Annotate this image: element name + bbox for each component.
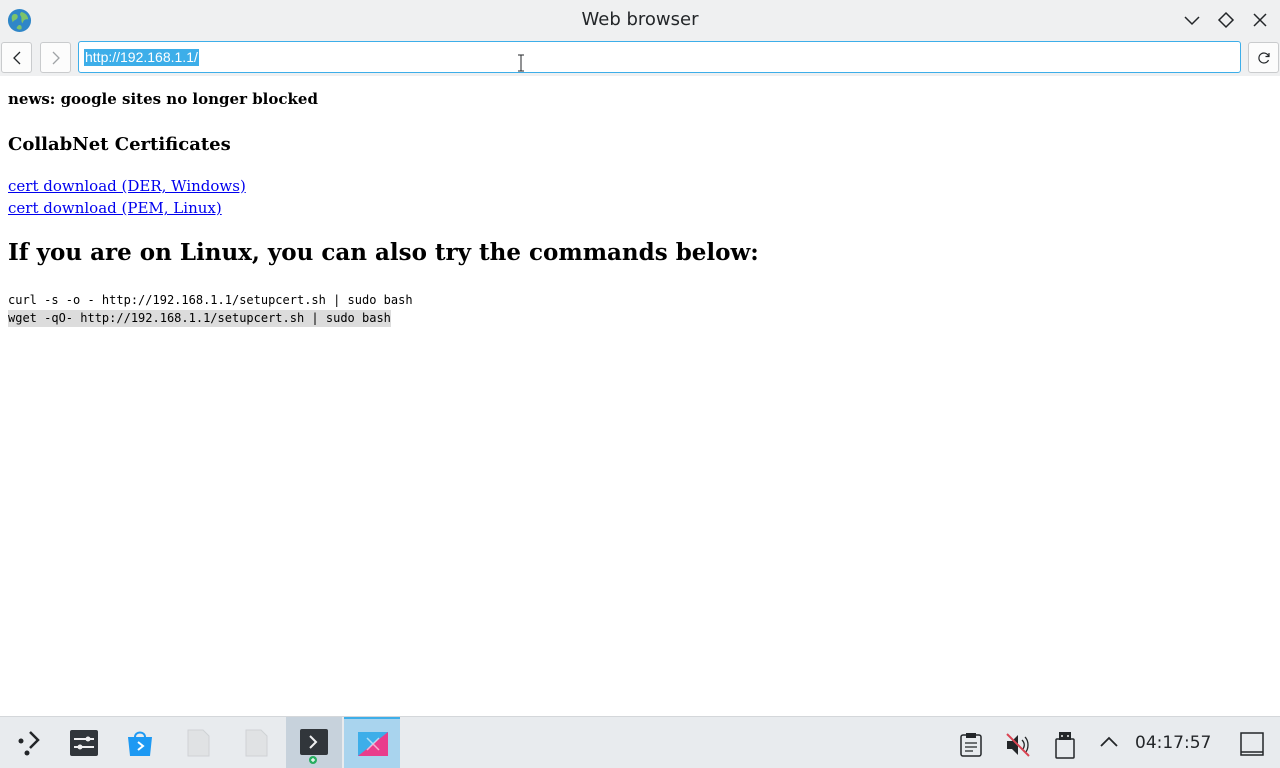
file-icon xyxy=(245,729,268,757)
software-store-button[interactable] xyxy=(112,717,168,768)
navigation-bar: http://192.168.1.1/ xyxy=(0,40,1280,76)
software-store-icon xyxy=(128,731,152,756)
back-button[interactable] xyxy=(1,42,32,73)
window-title: Web browser xyxy=(581,9,699,30)
clipboard-icon[interactable] xyxy=(958,731,984,757)
url-text: http://192.168.1.1/ xyxy=(84,49,199,66)
wget-command: wget -qO- http://192.168.1.1/setupcert.s… xyxy=(8,310,391,327)
chevron-up-icon[interactable] xyxy=(1098,731,1120,753)
file-button-1[interactable] xyxy=(170,717,226,768)
application-launcher-button[interactable] xyxy=(0,717,56,768)
page-content: news: google sites no longer blocked Col… xyxy=(0,76,1280,716)
chevron-right-icon xyxy=(52,51,60,65)
file-button-2[interactable] xyxy=(228,717,284,768)
linux-heading: If you are on Linux, you can also try th… xyxy=(8,239,759,266)
certificates-heading: CollabNet Certificates xyxy=(8,134,231,155)
terminal-icon xyxy=(300,729,328,764)
web-browser-button[interactable] xyxy=(344,717,400,768)
curl-command: curl -s -o - http://192.168.1.1/setupcer… xyxy=(8,293,413,307)
clock[interactable]: 04:17:57 xyxy=(1135,733,1211,753)
minimize-icon[interactable] xyxy=(1182,10,1202,30)
settings-manager-icon xyxy=(70,730,98,756)
text-cursor-icon xyxy=(518,54,524,72)
cert-download-pem-link[interactable]: cert download (PEM, Linux) xyxy=(8,199,222,217)
chevron-left-icon xyxy=(13,51,21,65)
window-titlebar[interactable]: Web browser xyxy=(0,0,1280,40)
reload-icon xyxy=(1258,52,1270,64)
volume-muted-icon[interactable] xyxy=(1004,731,1032,759)
close-icon[interactable] xyxy=(1250,10,1270,30)
file-icon xyxy=(187,729,210,757)
url-input[interactable]: http://192.168.1.1/ xyxy=(78,41,1241,73)
taskbar: 04:17:57 xyxy=(0,716,1280,768)
web-browser-icon xyxy=(358,732,388,756)
news-text: news: google sites no longer blocked xyxy=(8,90,318,108)
cert-download-der-link[interactable]: cert download (DER, Windows) xyxy=(8,177,246,195)
forward-button[interactable] xyxy=(40,42,71,73)
settings-manager-button[interactable] xyxy=(56,717,112,768)
maximize-icon[interactable] xyxy=(1216,10,1236,30)
terminal-button[interactable] xyxy=(286,717,342,768)
show-desktop-icon[interactable] xyxy=(1239,731,1265,757)
reload-button[interactable] xyxy=(1248,42,1279,73)
application-launcher-icon xyxy=(18,731,40,756)
usb-device-icon[interactable] xyxy=(1054,731,1076,759)
